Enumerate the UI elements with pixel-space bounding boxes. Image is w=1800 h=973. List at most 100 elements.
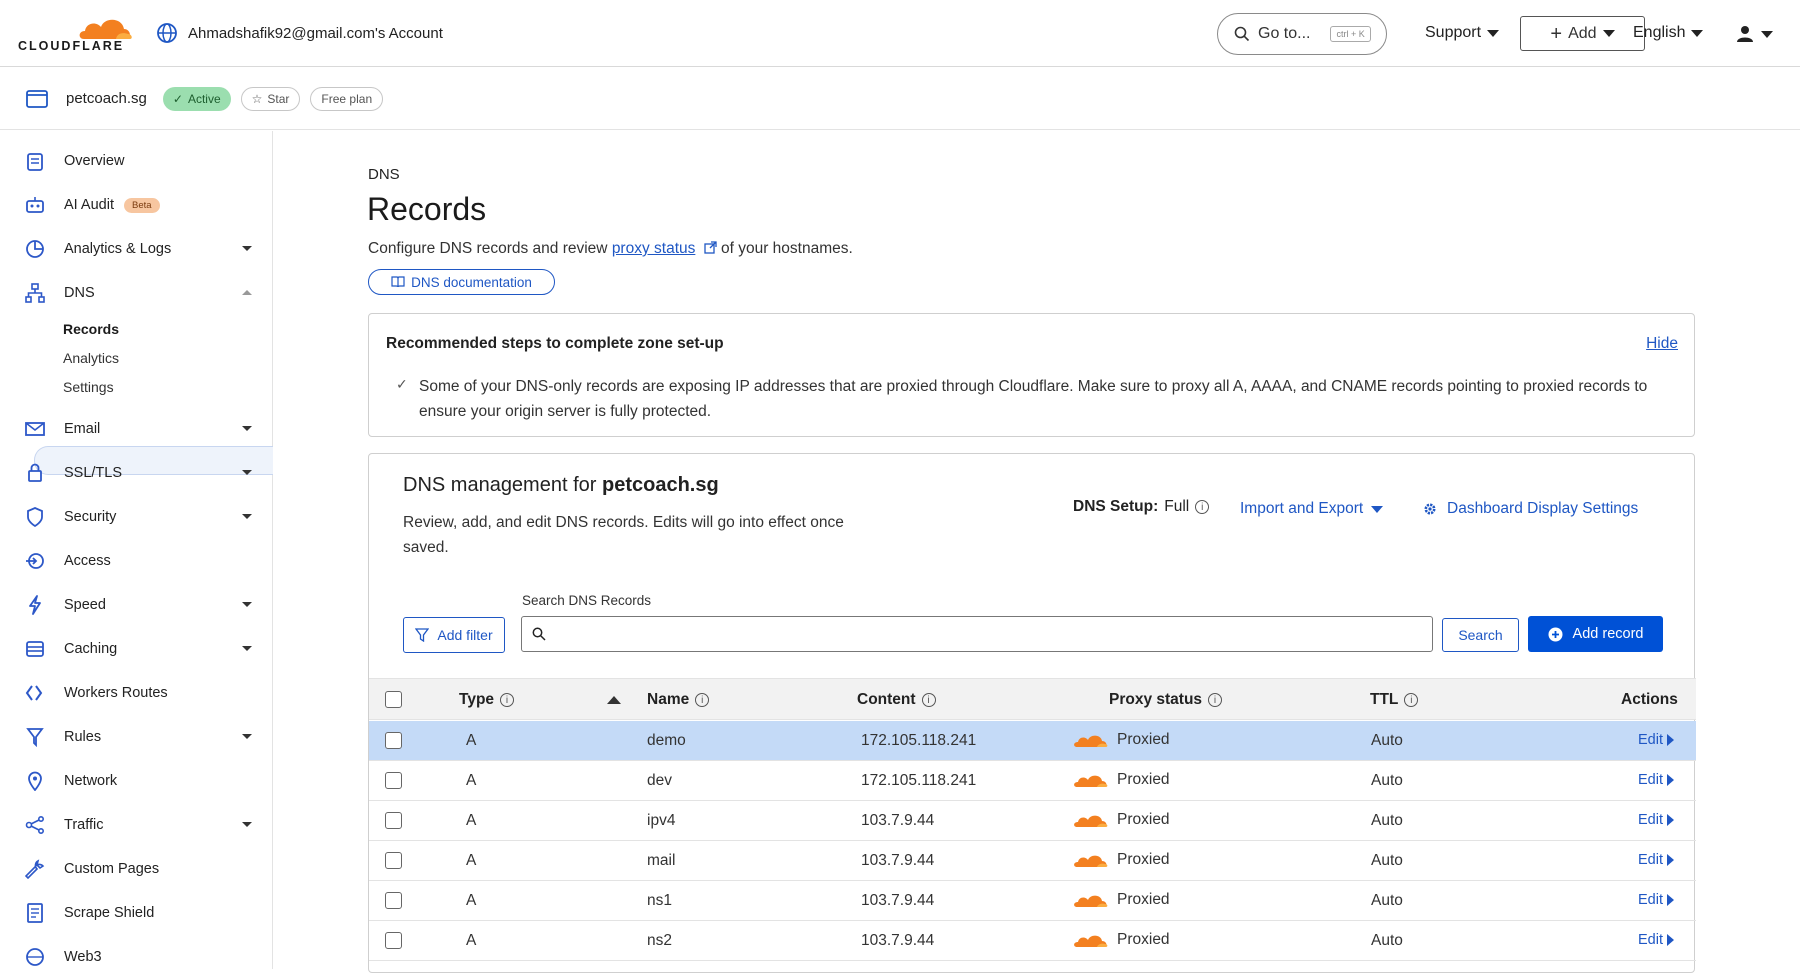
- external-link-icon[interactable]: [704, 241, 717, 254]
- sidebar-item-rules[interactable]: Rules: [24, 723, 264, 751]
- sort-ascending-icon[interactable]: [607, 696, 621, 704]
- user-menu[interactable]: [1735, 24, 1773, 44]
- sidebar-item-caching[interactable]: Caching: [24, 635, 264, 663]
- edit-button[interactable]: Edit: [1638, 732, 1674, 748]
- header-ttl[interactable]: TTL i: [1370, 691, 1419, 709]
- info-icon[interactable]: i: [1195, 500, 1210, 514]
- language-menu[interactable]: English: [1633, 24, 1704, 42]
- sidebar-item-workers-routes[interactable]: Workers Routes: [24, 679, 264, 707]
- proxy-status-link[interactable]: proxy status: [612, 240, 696, 257]
- browser-window-icon: [26, 89, 48, 108]
- header-proxy-status[interactable]: Proxy status i: [1109, 691, 1223, 709]
- row-checkbox[interactable]: [385, 812, 402, 829]
- info-icon[interactable]: i: [921, 693, 936, 707]
- row-checkbox[interactable]: [385, 852, 402, 869]
- add-filter-button[interactable]: Add filter: [403, 617, 505, 653]
- add-record-label: Add record: [1572, 626, 1644, 642]
- info-icon[interactable]: i: [1404, 693, 1419, 707]
- info-icon[interactable]: i: [500, 693, 515, 707]
- header-label: Type: [459, 691, 495, 708]
- page-description: Configure DNS records and review proxy s…: [368, 240, 853, 258]
- select-all-checkbox[interactable]: [385, 691, 402, 708]
- edit-button[interactable]: Edit: [1638, 852, 1674, 868]
- row-checkbox[interactable]: [385, 732, 402, 749]
- sidebar-item-label: DNS: [64, 285, 95, 301]
- sidebar-item-traffic[interactable]: Traffic: [24, 811, 264, 839]
- sidebar-item-email[interactable]: Email: [24, 415, 264, 443]
- traffic-icon: [24, 814, 46, 836]
- table-row[interactable]: Aipv4 103.7.9.44 Proxied Auto Edit: [369, 801, 1696, 841]
- search-button[interactable]: Search: [1442, 618, 1519, 652]
- table-row[interactable]: Amail 103.7.9.44 Proxied Auto Edit: [369, 841, 1696, 881]
- dashboard-display-settings[interactable]: Dashboard Display Settings: [1423, 500, 1638, 518]
- sidebar-item-access[interactable]: Access: [24, 547, 264, 575]
- sidebar-item-overview[interactable]: Overview: [24, 147, 264, 175]
- sidebar-subitem-settings[interactable]: Settings: [63, 379, 114, 395]
- sidebar-item-speed[interactable]: Speed: [24, 591, 264, 619]
- info-icon[interactable]: i: [1208, 693, 1223, 707]
- chevron-down-icon: [242, 822, 252, 827]
- cell-type: A: [466, 812, 477, 829]
- table-row[interactable]: Ans2 103.7.9.44 Proxied Auto Edit: [369, 921, 1696, 961]
- sidebar-item-dns[interactable]: DNS: [24, 279, 264, 307]
- dns-documentation-button[interactable]: DNS documentation: [368, 269, 555, 295]
- edit-button[interactable]: Edit: [1638, 772, 1674, 788]
- search-input[interactable]: [554, 626, 1432, 642]
- header-type[interactable]: Type i: [459, 691, 515, 709]
- table-header: Type i Name i Content i Proxy status i TTL i …: [369, 678, 1696, 720]
- header-actions: Actions: [1621, 691, 1678, 709]
- hide-link[interactable]: Hide: [1646, 335, 1678, 353]
- edit-label: Edit: [1638, 772, 1663, 788]
- sidebar-item-security[interactable]: Security: [24, 503, 264, 531]
- cell-ttl: Auto: [1371, 812, 1403, 829]
- search-label: Search DNS Records: [522, 593, 652, 608]
- info-icon[interactable]: i: [695, 693, 710, 707]
- edit-button[interactable]: Edit: [1638, 932, 1674, 948]
- table-row[interactable]: Ans1 103.7.9.44 Proxied Auto Edit: [369, 881, 1696, 921]
- plan-badge[interactable]: Free plan: [310, 86, 384, 111]
- sidebar-item-scrape-shield[interactable]: Scrape Shield: [24, 899, 264, 927]
- setup-value: Full: [1164, 498, 1190, 515]
- sidebar-item-web3[interactable]: Web3: [24, 943, 264, 971]
- header-name[interactable]: Name i: [647, 691, 710, 709]
- edit-button[interactable]: Edit: [1638, 812, 1674, 828]
- star-button[interactable]: ☆ Star: [240, 86, 301, 111]
- caret-right-icon: [1667, 894, 1674, 906]
- table-row[interactable]: Adev 172.105.118.241 Proxied Auto Edit: [369, 761, 1696, 801]
- goto-search[interactable]: Go to... ctrl + K: [1217, 13, 1387, 55]
- chevron-down-icon: [242, 646, 252, 651]
- sidebar-subitem-analytics[interactable]: Analytics: [63, 350, 119, 366]
- header-content[interactable]: Content i: [857, 691, 936, 709]
- cloudflare-logo[interactable]: CLOUDFLARE: [18, 13, 132, 53]
- sidebar-item-ssl-tls[interactable]: SSL/TLS: [24, 459, 264, 487]
- breadcrumb[interactable]: DNS: [368, 166, 400, 183]
- desc-text-end: of your hostnames.: [716, 240, 853, 257]
- edit-button[interactable]: Edit: [1638, 892, 1674, 908]
- search-dns-records-field[interactable]: [521, 616, 1433, 652]
- row-checkbox[interactable]: [385, 932, 402, 949]
- add-record-button[interactable]: Add record: [1528, 616, 1663, 652]
- cell-name: demo: [647, 732, 686, 749]
- sidebar-item-ai-audit[interactable]: AI Audit Beta: [24, 191, 264, 219]
- search-icon: [1234, 26, 1250, 42]
- cell-content: 103.7.9.44: [861, 812, 935, 829]
- sidebar-subitem-records[interactable]: Records: [63, 321, 119, 337]
- caret-right-icon: [1667, 774, 1674, 786]
- cell-name: dev: [647, 772, 672, 789]
- zone-name[interactable]: petcoach.sg: [66, 90, 147, 107]
- row-checkbox[interactable]: [385, 772, 402, 789]
- add-button[interactable]: + Add: [1520, 16, 1645, 51]
- cell-type: A: [466, 732, 477, 749]
- support-menu[interactable]: Support: [1425, 24, 1500, 42]
- star-icon: ☆: [251, 91, 263, 106]
- row-checkbox[interactable]: [385, 892, 402, 909]
- account-selector[interactable]: Ahmadshafik92@gmail.com's Account: [156, 22, 443, 44]
- sidebar-item-custom-pages[interactable]: Custom Pages: [24, 855, 264, 883]
- sidebar-item-network[interactable]: Network: [24, 767, 264, 795]
- sidebar-item-analytics-logs[interactable]: Analytics & Logs: [24, 235, 264, 263]
- table-row[interactable]: Ademo 172.105.118.241 Proxied Auto Edit: [369, 721, 1696, 761]
- sidebar-item-label: Overview: [64, 153, 125, 169]
- goto-shortcut: ctrl + K: [1330, 26, 1371, 42]
- cloud-icon: [1074, 735, 1108, 747]
- import-export-menu[interactable]: Import and Export: [1240, 500, 1384, 518]
